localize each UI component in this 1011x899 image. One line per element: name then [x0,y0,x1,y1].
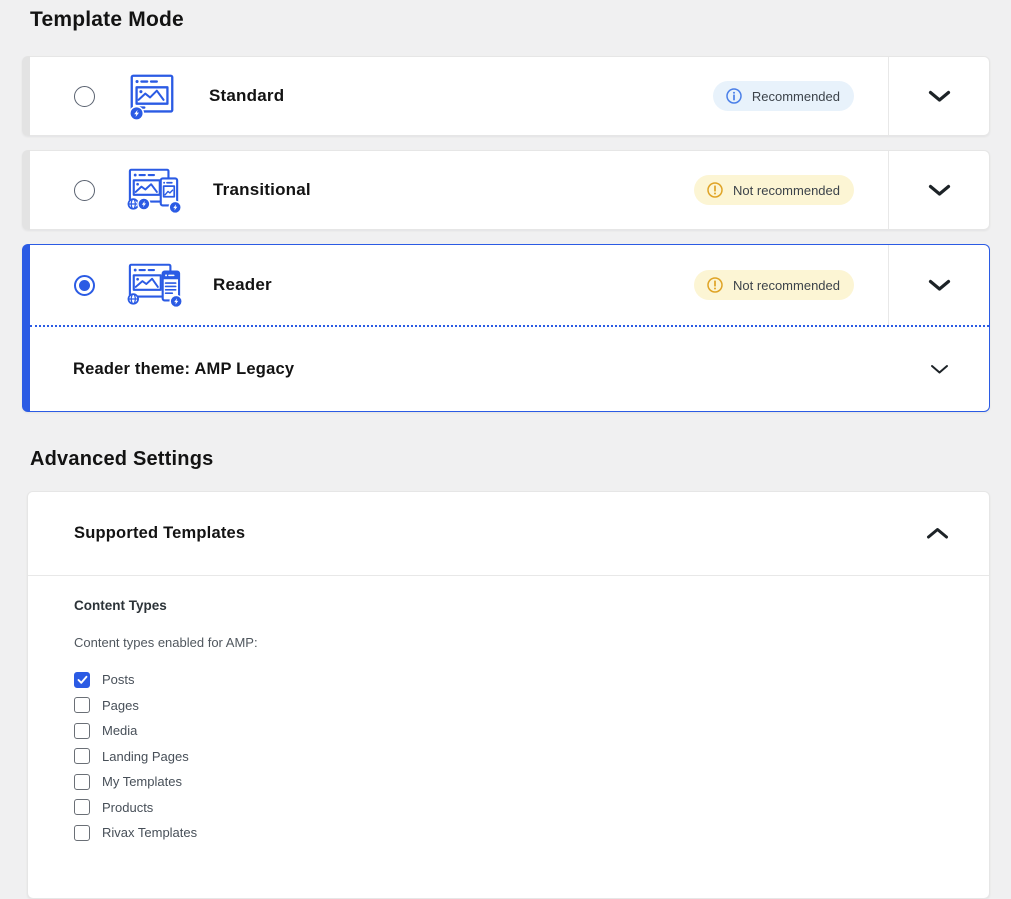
template-mode-heading: Template Mode [30,8,1011,32]
transitional-mode-icon [125,163,183,217]
status-badge: Not recommended [694,175,854,205]
expand-reader-theme-button[interactable] [889,364,989,375]
landing-pages-checkbox[interactable] [74,748,90,764]
checkbox-row-posts[interactable]: Posts [74,667,943,693]
posts-checkbox[interactable] [74,672,90,688]
status-badge: Not recommended [694,270,854,300]
card-accent-bar [22,56,30,136]
chevron-down-icon [928,90,951,103]
checkbox-label: Landing Pages [102,749,189,764]
badge-text: Not recommended [733,278,840,293]
mode-label: Standard [209,86,713,106]
checkbox-label: Posts [102,672,135,687]
card-accent-bar [22,244,30,412]
content-types-heading: Content Types [74,598,943,613]
supported-templates-title: Supported Templates [74,524,926,543]
chevron-down-icon [928,184,951,197]
reader-theme-label: Reader theme: AMP Legacy [30,360,889,379]
supported-templates-body: Content Types Content types enabled for … [28,576,989,898]
checkbox-label: My Templates [102,774,182,789]
checkbox-label: Pages [102,698,139,713]
reader-theme-row[interactable]: Reader theme: AMP Legacy [30,327,989,411]
transitional-radio[interactable] [74,180,95,201]
checkbox-row-pages[interactable]: Pages [74,693,943,719]
mode-card-standard[interactable]: Standard Recommended [22,56,990,136]
card-accent-bar [22,150,30,230]
checkbox-row-my-templates[interactable]: My Templates [74,769,943,795]
amp-settings-page: Template Mode [0,8,1011,899]
warning-icon [706,181,724,199]
checkbox-label: Rivax Templates [102,825,197,840]
chevron-up-icon [926,527,949,540]
expand-transitional-button[interactable] [889,151,989,229]
supported-templates-header[interactable]: Supported Templates [28,492,989,576]
mode-card-transitional[interactable]: Transitional Not recommended [22,150,990,230]
chevron-down-icon [928,279,951,292]
checkbox-label: Products [102,800,153,815]
reader-mode-icon [125,258,183,312]
checkbox-row-media[interactable]: Media [74,718,943,744]
checkbox-row-products[interactable]: Products [74,795,943,821]
mode-label: Transitional [213,180,694,200]
my-templates-checkbox[interactable] [74,774,90,790]
badge-text: Recommended [752,89,840,104]
checkbox-row-landing-pages[interactable]: Landing Pages [74,744,943,770]
reader-radio[interactable] [74,275,95,296]
expand-reader-button[interactable] [889,245,989,325]
badge-text: Not recommended [733,183,840,198]
mode-card-reader[interactable]: Reader Not recommended [22,244,990,412]
rivax-templates-checkbox[interactable] [74,825,90,841]
advanced-settings-heading: Advanced Settings [30,448,1011,471]
info-icon [725,87,743,105]
status-badge: Recommended [713,81,854,111]
content-types-description: Content types enabled for AMP: [74,635,943,650]
media-checkbox[interactable] [74,723,90,739]
chevron-down-icon [930,364,949,375]
checkbox-label: Media [102,723,137,738]
products-checkbox[interactable] [74,799,90,815]
supported-templates-panel: Supported Templates Content Types Conten… [27,491,990,899]
checkbox-row-rivax-templates[interactable]: Rivax Templates [74,820,943,846]
warning-icon [706,276,724,294]
standard-radio[interactable] [74,86,95,107]
check-icon [77,675,88,685]
pages-checkbox[interactable] [74,697,90,713]
standard-mode-icon [125,69,179,123]
mode-label: Reader [213,275,694,295]
expand-standard-button[interactable] [889,57,989,135]
